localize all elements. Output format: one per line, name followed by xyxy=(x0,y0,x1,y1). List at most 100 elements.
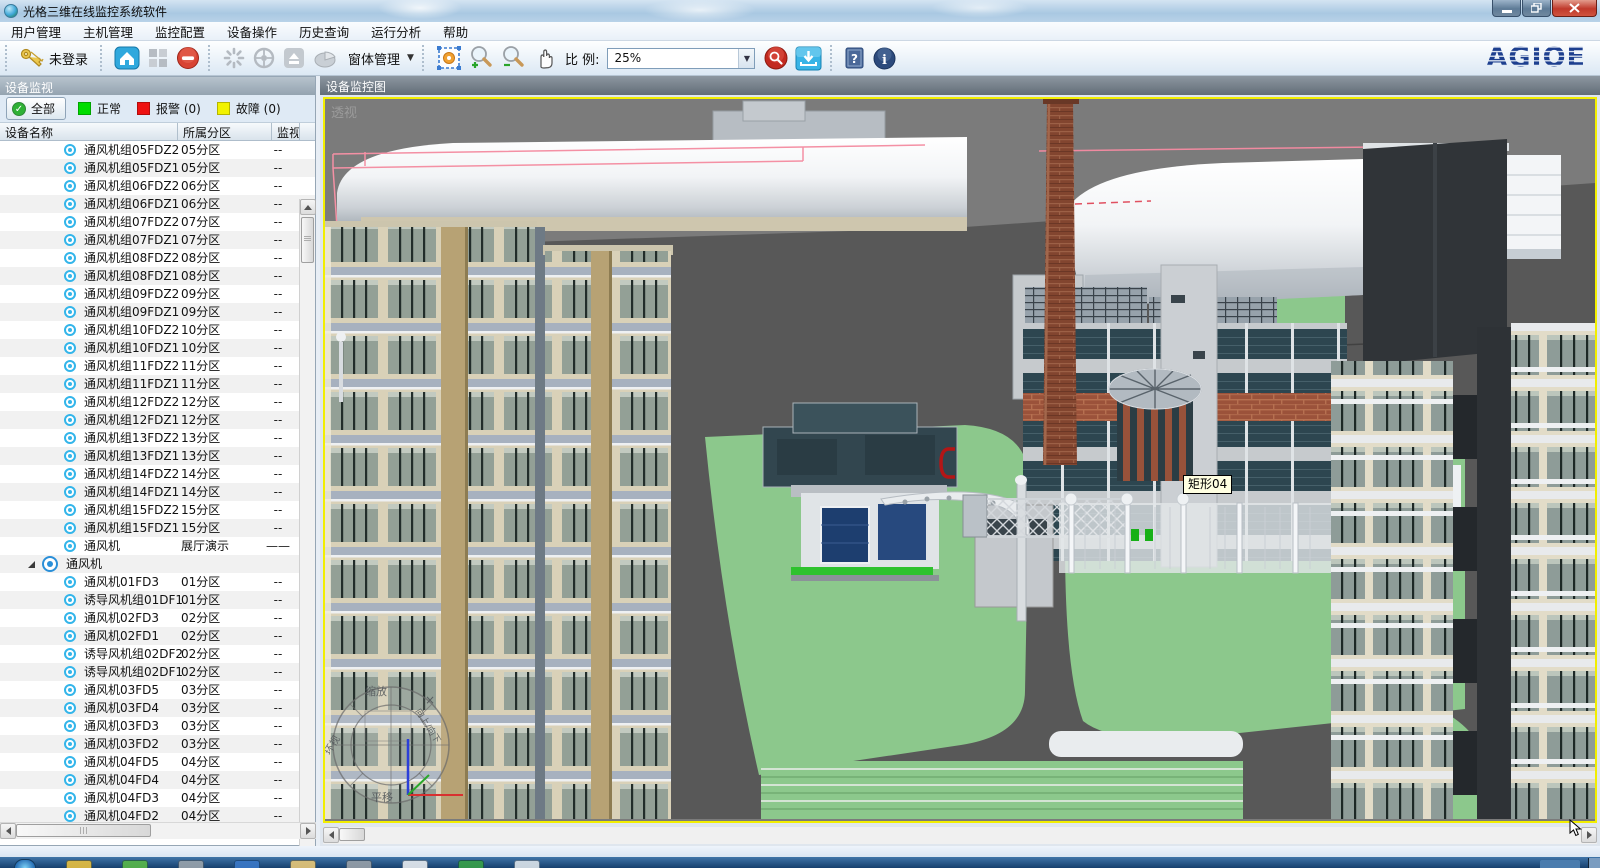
device-row[interactable]: 通风机组07FDZ107分区-- xyxy=(0,231,315,249)
device-row[interactable]: 通风机组12FDZ212分区-- xyxy=(0,393,315,411)
device-row[interactable]: 通风机03FD503分区-- xyxy=(0,681,315,699)
device-row[interactable]: 通风机组13FDZ213分区-- xyxy=(0,429,315,447)
vertical-scroll-thumb[interactable] xyxy=(301,217,314,263)
column-header[interactable]: 设备名称 xyxy=(0,123,178,140)
device-row[interactable]: 诱导风机组01DF101分区-- xyxy=(0,591,315,609)
taskbar-app-icon[interactable] xyxy=(66,860,92,868)
device-row[interactable]: 通风机03FD403分区-- xyxy=(0,699,315,717)
window-manage-dropdown[interactable]: 窗体管理 ▼ xyxy=(344,49,414,68)
close-button[interactable] xyxy=(1552,0,1597,17)
menu-item[interactable]: 历史查询 xyxy=(288,22,360,41)
navwheel-pan-label[interactable]: 平移 xyxy=(371,789,393,805)
device-row[interactable]: 通风机组05FDZ105分区-- xyxy=(0,159,315,177)
device-row[interactable]: 通风机组05FDZ205分区-- xyxy=(0,141,315,159)
taskbar-app-icon[interactable] xyxy=(402,860,428,868)
restore-button[interactable] xyxy=(1522,0,1551,17)
device-row[interactable]: 通风机组14FDZ214分区-- xyxy=(0,465,315,483)
taskbar-app-icon[interactable] xyxy=(458,860,484,868)
filter-legend[interactable]: 故障 (0) xyxy=(217,100,281,117)
taskbar-app-icon[interactable] xyxy=(514,860,540,868)
device-row[interactable]: 通风机组10FDZ210分区-- xyxy=(0,321,315,339)
about-button[interactable]: i xyxy=(872,46,897,71)
eject-button-disabled[interactable] xyxy=(282,47,306,69)
tile-windows-button[interactable] xyxy=(146,47,170,69)
minimize-button[interactable] xyxy=(1492,0,1521,17)
device-row[interactable]: 通风机组15FDZ215分区-- xyxy=(0,501,315,519)
device-row[interactable]: 通风机组15FDZ115分区-- xyxy=(0,519,315,537)
taskbar-app-icon[interactable] xyxy=(122,860,148,868)
title-bar[interactable]: 光格三维在线监控系统软件 xyxy=(0,0,1600,22)
device-row[interactable]: 通风机组11FDZ211分区-- xyxy=(0,357,315,375)
menu-item[interactable]: 用户管理 xyxy=(0,22,72,41)
scale-combobox[interactable]: 25% ▼ xyxy=(607,48,755,69)
viewport-horizontal-scrollbar[interactable] xyxy=(323,827,1597,844)
device-row[interactable]: 通风机组06FDZ206分区-- xyxy=(0,177,315,195)
login-button[interactable]: 未登录 xyxy=(19,47,92,69)
taskbar-app-icon[interactable] xyxy=(290,860,316,868)
3d-scene-canvas[interactable] xyxy=(325,99,1595,821)
system-tray[interactable] xyxy=(1540,860,1580,868)
start-button[interactable] xyxy=(14,859,36,868)
device-row[interactable]: 通风机04FD404分区-- xyxy=(0,771,315,789)
help-button[interactable]: ? xyxy=(844,46,866,70)
device-row[interactable]: 通风机01FD301分区-- xyxy=(0,573,315,591)
chart-button-disabled[interactable] xyxy=(312,47,338,69)
zoom-out-button[interactable] xyxy=(500,45,526,71)
device-row[interactable]: 通风机组07FDZ207分区-- xyxy=(0,213,315,231)
device-row[interactable]: 通风机04FD504分区-- xyxy=(0,753,315,771)
device-row[interactable]: 通风机组09FDZ209分区-- xyxy=(0,285,315,303)
device-row[interactable]: 诱导风机组02DF202分区-- xyxy=(0,645,315,663)
scroll-left-button[interactable] xyxy=(0,823,16,839)
scroll-right-button[interactable] xyxy=(300,823,316,839)
device-row[interactable]: 诱导风机组02DF102分区-- xyxy=(0,663,315,681)
horizontal-scroll-thumb[interactable] xyxy=(16,824,151,837)
device-row[interactable]: 通风机03FD203分区-- xyxy=(0,735,315,753)
device-row[interactable]: 通风机04FD204分区-- xyxy=(0,807,315,823)
navigate-button-disabled[interactable] xyxy=(252,46,276,70)
column-header[interactable]: 监视 xyxy=(272,123,300,140)
device-row[interactable]: 通风机组12FDZ112分区-- xyxy=(0,411,315,429)
locate-button[interactable] xyxy=(763,45,789,71)
pan-button[interactable] xyxy=(532,45,558,71)
export-button[interactable] xyxy=(795,46,822,71)
zoom-in-button[interactable] xyxy=(468,45,494,71)
expander-icon[interactable] xyxy=(28,561,35,568)
scroll-up-button[interactable] xyxy=(300,199,316,215)
menu-item[interactable]: 监控配置 xyxy=(144,22,216,41)
select-region-button[interactable] xyxy=(436,45,462,71)
device-row[interactable]: 通风机02FD302分区-- xyxy=(0,609,315,627)
device-row[interactable]: 通风机组08FDZ208分区-- xyxy=(0,249,315,267)
navwheel-zoom-label[interactable]: 缩放 xyxy=(365,683,387,699)
windows-taskbar[interactable] xyxy=(0,857,1600,868)
device-list-horizontal-scrollbar[interactable] xyxy=(0,822,316,839)
device-row[interactable]: 通风机03FD303分区-- xyxy=(0,717,315,735)
taskbar-app-icon[interactable] xyxy=(346,860,372,868)
home-button[interactable] xyxy=(114,46,140,70)
device-row[interactable]: 通风机展厅演示—— xyxy=(0,537,315,555)
device-group-row[interactable]: 通风机 xyxy=(0,555,315,573)
device-row[interactable]: 通风机组10FDZ110分区-- xyxy=(0,339,315,357)
device-row[interactable]: 通风机组11FDZ111分区-- xyxy=(0,375,315,393)
filter-all-button[interactable]: ✓全部 xyxy=(6,97,66,120)
filter-legend[interactable]: 报警 (0) xyxy=(137,100,201,117)
horizontal-scroll-thumb[interactable] xyxy=(339,828,365,841)
device-list-vertical-scrollbar[interactable] xyxy=(299,199,315,868)
menu-item[interactable]: 运行分析 xyxy=(360,22,432,41)
menu-item[interactable]: 主机管理 xyxy=(72,22,144,41)
device-row[interactable]: 通风机02FD102分区-- xyxy=(0,627,315,645)
scroll-left-button[interactable] xyxy=(323,827,339,843)
device-row[interactable]: 通风机组13FDZ113分区-- xyxy=(0,447,315,465)
device-row[interactable]: 通风机组08FDZ108分区-- xyxy=(0,267,315,285)
stop-button[interactable] xyxy=(176,46,200,70)
navwheel-close-icon[interactable]: × xyxy=(425,693,435,707)
taskbar-app-icon[interactable] xyxy=(234,860,260,868)
device-row[interactable]: 通风机组09FDZ109分区-- xyxy=(0,303,315,321)
filter-legend[interactable]: 正常 xyxy=(78,100,121,117)
device-row[interactable]: 通风机04FD304分区-- xyxy=(0,789,315,807)
device-row[interactable]: 通风机组14FDZ114分区-- xyxy=(0,483,315,501)
column-header[interactable]: 所属分区 xyxy=(178,123,272,140)
show-desktop-button[interactable] xyxy=(1588,858,1600,868)
refresh-button-disabled[interactable] xyxy=(222,46,246,70)
taskbar-app-icon[interactable] xyxy=(178,860,204,868)
scroll-right-button[interactable] xyxy=(1581,827,1597,843)
